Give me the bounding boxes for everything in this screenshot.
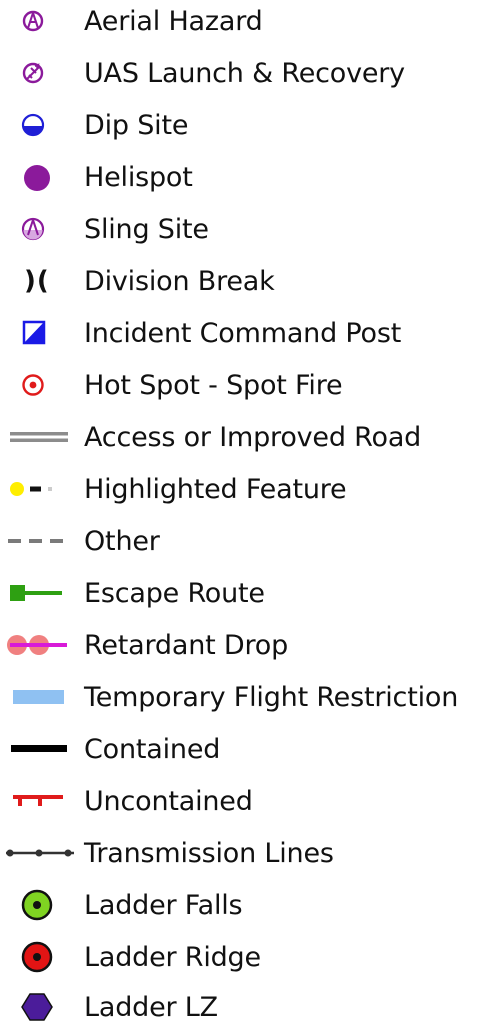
legend-row-uncontained: Uncontained: [0, 782, 487, 822]
ladder-ridge-icon: [0, 938, 80, 978]
aerial-hazard-icon: [0, 2, 80, 42]
uncontained-line-icon: [0, 782, 80, 822]
legend-row-other: Other: [0, 522, 487, 562]
legend-row-ladder-ridge: Ladder Ridge: [0, 938, 487, 978]
access-road-icon: [0, 418, 80, 458]
legend-row-aerial-hazard: Aerial Hazard: [0, 2, 487, 42]
legend-label: Helispot: [84, 162, 193, 193]
legend-label: Transmission Lines: [84, 838, 334, 869]
uas-launch-recovery-icon: [0, 54, 80, 94]
legend-row-incident-command-post: Incident Command Post: [0, 314, 487, 354]
tfr-icon: [0, 678, 80, 718]
legend-label: UAS Launch & Recovery: [84, 58, 405, 89]
legend-label: Incident Command Post: [84, 318, 402, 349]
legend-row-contained: Contained: [0, 730, 487, 770]
legend-row-ladder-falls: Ladder Falls: [0, 886, 487, 926]
ladder-falls-icon: [0, 886, 80, 926]
legend-label: Escape Route: [84, 578, 265, 609]
legend-row-hot-spot: Hot Spot - Spot Fire: [0, 366, 487, 406]
division-break-icon: )(: [24, 266, 50, 296]
legend-row-ladder-lz: Ladder LZ: [0, 988, 487, 1028]
legend-label: Dip Site: [84, 110, 189, 141]
legend-label: Ladder LZ: [84, 992, 218, 1023]
legend-label: Highlighted Feature: [84, 474, 347, 505]
legend-row-escape-route: Escape Route: [0, 574, 487, 614]
sling-site-icon: [0, 210, 80, 250]
legend-label: Access or Improved Road: [84, 422, 422, 453]
legend-row-transmission-lines: Transmission Lines: [0, 834, 487, 874]
highlighted-feature-icon: [0, 470, 80, 510]
legend-row-division-break: )( Division Break: [0, 262, 487, 302]
helispot-icon: [0, 158, 80, 198]
legend-label: Hot Spot - Spot Fire: [84, 370, 343, 401]
legend-label: Contained: [84, 734, 221, 765]
legend-row-access-road: Access or Improved Road: [0, 418, 487, 458]
legend-label: Uncontained: [84, 786, 253, 817]
incident-command-post-icon: [0, 314, 80, 354]
dip-site-icon: [0, 106, 80, 146]
escape-route-icon: [0, 574, 80, 614]
legend-label: Retardant Drop: [84, 630, 289, 661]
retardant-drop-icon: [0, 626, 80, 666]
hot-spot-icon: [0, 366, 80, 406]
legend-row-retardant-drop: Retardant Drop: [0, 626, 487, 666]
legend-row-uas-launch-recovery: UAS Launch & Recovery: [0, 54, 487, 94]
legend-label: Aerial Hazard: [84, 6, 263, 37]
legend-label: Ladder Falls: [84, 890, 243, 921]
legend-row-sling-site: Sling Site: [0, 210, 487, 250]
legend-label: Division Break: [84, 266, 275, 297]
legend-label: Temporary Flight Restriction: [84, 682, 459, 713]
legend-row-dip-site: Dip Site: [0, 106, 487, 146]
legend-label: Ladder Ridge: [84, 942, 261, 973]
legend-label: Other: [84, 526, 160, 557]
ladder-lz-icon: [0, 988, 80, 1028]
legend-row-tfr: Temporary Flight Restriction: [0, 678, 487, 718]
transmission-lines-icon: [0, 834, 80, 874]
legend-label: Sling Site: [84, 214, 209, 245]
other-line-icon: [0, 522, 80, 562]
legend-row-highlighted-feature: Highlighted Feature: [0, 470, 487, 510]
legend-row-helispot: Helispot: [0, 158, 487, 198]
map-legend: Aerial Hazard UAS Launch & Recovery Dip …: [0, 0, 487, 1028]
contained-line-icon: [0, 730, 80, 770]
